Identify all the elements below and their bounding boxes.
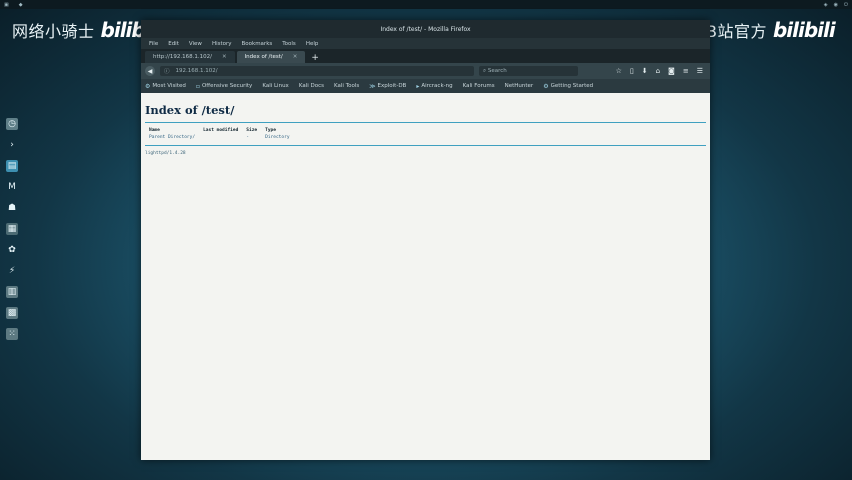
tool-icon[interactable]: ⚡ [6,265,18,277]
bookmark-label: Most Visited [152,83,186,89]
bookmark-label: Aircrack-ng [421,83,453,89]
menu-help[interactable]: Help [306,41,319,47]
bookmark-nethunter[interactable]: NetHunter [505,83,534,89]
page-content: Index of /test/ Name Last modified Size … [141,93,710,162]
bookmark-kali-forums[interactable]: Kali Forums [463,83,495,89]
menu-bar: File Edit View History Bookmarks Tools H… [141,38,710,49]
bookmark-label: Exploit-DB [377,83,407,89]
column-header-size[interactable]: Size [246,128,265,135]
burp-icon[interactable]: ✿ [6,244,18,256]
bookmark-aircrack-ng[interactable]: ▸ Aircrack-ng [416,83,452,90]
menu-bookmarks[interactable]: Bookmarks [242,41,273,47]
bookmark-label: Kali Tools [334,83,360,89]
table-header-row: Name Last modified Size Type [149,128,298,135]
new-tab-button[interactable]: + [307,53,323,63]
search-placeholder: Search [487,68,507,74]
bookmark-label: Getting Started [550,83,594,89]
server-address: lighttpd/1.4.28 [145,151,186,156]
bookmark-exploit-db[interactable]: ≫ Exploit-DB [369,83,406,90]
menu-tools[interactable]: Tools [282,41,296,47]
tab-home[interactable]: http://192.168.1.102/ ✕ [145,51,235,63]
gear-icon: ⚙ [543,82,549,90]
tab-label: http://192.168.1.102/ [153,54,212,60]
menu-icon[interactable]: ☰ [697,67,703,75]
pocket-icon[interactable]: ◙ [668,67,675,75]
tab-bar: http://192.168.1.102/ ✕ Index of /test/ … [141,49,710,63]
bookmark-label: Offensive Security [201,83,253,89]
bookmark-label: Kali Docs [298,83,325,89]
cell-size: - [246,135,250,140]
close-tab-icon[interactable]: ✕ [293,54,298,60]
search-input[interactable]: ⌕ Search [479,66,578,76]
apps-menu-icon[interactable]: ▣ [4,2,9,8]
tab-label: Index of /test/ [244,54,283,60]
bookmark-label: NetHunter [504,83,534,89]
watermark-left: 网络小骑士 bilibili [12,18,163,42]
places-menu-icon[interactable]: ◆ [19,2,23,8]
tab-index-test[interactable]: Index of /test/ ✕ [236,51,306,63]
power-icon[interactable]: ⏻ [844,2,848,8]
user-icon[interactable]: ☗ [6,202,18,214]
cell-type: Directory [265,135,290,140]
info-icon[interactable]: ⓘ [164,67,170,75]
menu-edit[interactable]: Edit [168,41,179,47]
parent-directory-link[interactable]: Parent Directory/ [149,135,203,143]
bookmark-label: Kali Linux [262,83,289,89]
terminal-icon[interactable]: › [6,139,18,151]
page-title: Index of /test/ [145,103,235,117]
bookmark-most-visited[interactable]: ⚙ Most Visited [145,83,186,90]
close-tab-icon[interactable]: ✕ [222,54,227,60]
bookmarks-toolbar: ⚙ Most Visited ▫ Offensive Security Kali L… [141,79,710,93]
volume-icon[interactable]: ◉ [834,2,838,8]
bookmark-icon: ▫ [195,82,200,90]
bookmark-icon: ▸ [416,82,420,90]
system-top-bar: ▣ ◆ ◈ ◉ ⏻ [0,0,852,9]
column-header-type[interactable]: Type [265,128,297,135]
settings-icon[interactable]: ▥ [6,286,18,298]
divider [145,122,706,123]
directory-listing: Name Last modified Size Type Parent Dire… [149,128,298,143]
reader-icon[interactable]: ≡ [683,67,689,75]
watermark-left-text: 网络小骑士 [12,22,95,41]
navigation-bar: ◀ ⓘ 192.168.1.102/ ⌕ Search ☆ ▯ ⬇ ⌂ ◙ ≡ … [141,63,710,79]
bookmark-kali-tools[interactable]: Kali Tools [334,83,359,89]
table-row: Parent Directory/ - Directory [149,135,298,143]
home-icon[interactable]: ⌂ [656,67,660,75]
bookmark-kali-docs[interactable]: Kali Docs [299,83,324,89]
url-text: 192.168.1.102/ [175,68,218,74]
window-titlebar[interactable]: Index of /test/ - Mozilla Firefox [141,20,710,38]
bookmark-kali-linux[interactable]: Kali Linux [262,83,289,89]
menu-history[interactable]: History [212,41,232,47]
apps-icon[interactable]: ▩ [6,307,18,319]
divider [145,145,706,146]
bookmark-label: Kali Forums [462,83,495,89]
bookmark-offensive-security[interactable]: ▫ Offensive Security [196,83,252,90]
apps-icon-2[interactable]: ⁙ [6,328,18,340]
window-title: Index of /test/ - Mozilla Firefox [380,25,471,33]
dock: ◷ › ▤ M ☗ ▦ ✿ ⚡ ▥ ▩ ⁙ [2,118,22,349]
clock-icon[interactable]: ◷ [6,118,18,130]
network-icon[interactable]: ◈ [824,2,828,8]
back-button[interactable]: ◀ [145,66,155,76]
bookmark-star-icon[interactable]: ☆ [616,67,622,75]
column-header-name[interactable]: Name [149,128,203,135]
download-icon[interactable]: ⬇ [642,67,648,75]
menu-file[interactable]: File [149,41,158,47]
grid-icon[interactable]: ▦ [6,223,18,235]
bookmark-icon: ≫ [369,82,376,90]
metasploit-icon[interactable]: M [6,181,18,193]
url-bar[interactable]: ⓘ 192.168.1.102/ [160,66,474,76]
gear-icon: ⚙ [145,82,151,90]
folder-icon[interactable]: ▤ [6,160,18,172]
bookmark-getting-started[interactable]: ⚙ Getting Started [543,83,593,90]
cell-modified [203,135,246,143]
menu-view[interactable]: View [189,41,202,47]
bilibili-logo: bilibili [772,18,836,42]
library-icon[interactable]: ▯ [630,67,634,75]
column-header-modified[interactable]: Last modified [203,128,246,135]
firefox-window: Index of /test/ - Mozilla Firefox File E… [141,20,710,460]
